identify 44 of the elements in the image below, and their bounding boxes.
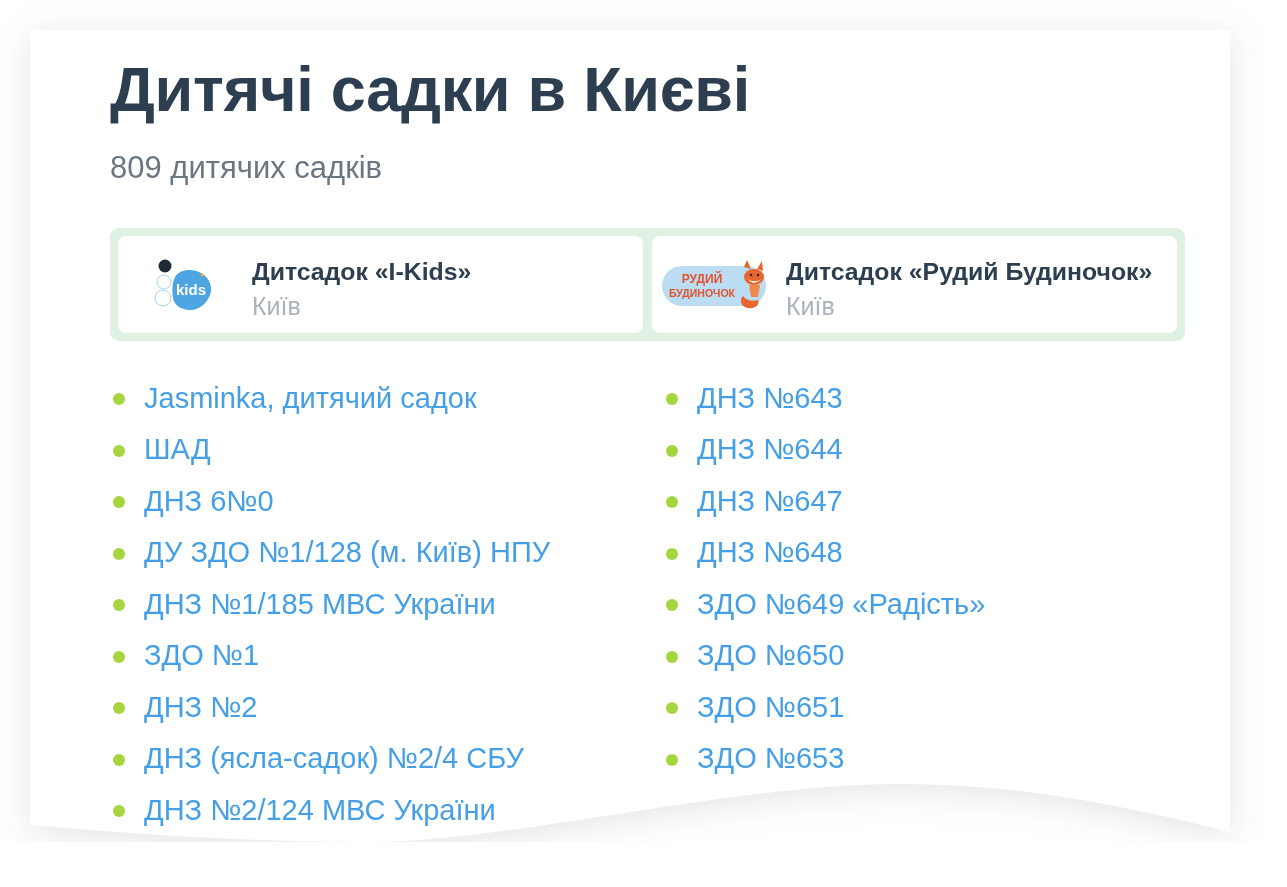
featured-card[interactable]: kids Дитсадок «I-Kids» Київ bbox=[118, 236, 643, 334]
bullet-icon bbox=[113, 702, 125, 715]
kindergarten-link[interactable]: ЗДО №1 bbox=[144, 639, 259, 673]
bullet-icon bbox=[666, 650, 678, 663]
page-title: Дитячі садки в Києві bbox=[110, 55, 750, 125]
kindergarten-link[interactable]: ДНЗ №2 bbox=[144, 690, 258, 724]
bullet-icon bbox=[666, 444, 678, 457]
kindergarten-link[interactable]: ЗДО №653 bbox=[697, 742, 845, 776]
kindergarten-name: Дитсадок «Рудий Будиночок» bbox=[786, 256, 1153, 287]
bullet-icon bbox=[666, 547, 678, 560]
bullet-icon bbox=[113, 753, 125, 766]
bullet-icon bbox=[113, 393, 125, 406]
kindergarten-link[interactable]: ДНЗ №644 bbox=[697, 433, 843, 467]
kindergarten-link[interactable]: ЗДО №649 «Радість» bbox=[697, 587, 986, 621]
kindergarten-link[interactable]: ДУ ЗДО №1/128 (м. Київ) НПУ bbox=[144, 536, 551, 570]
bullet-icon bbox=[113, 599, 125, 612]
kindergarten-link[interactable]: ДНЗ №1/185 МВС України bbox=[144, 587, 496, 621]
city-label: Київ bbox=[252, 291, 301, 322]
kindergarten-link[interactable]: ШАД bbox=[144, 433, 211, 467]
kindergarten-link[interactable]: ДНЗ №647 bbox=[697, 484, 843, 518]
count-text: 809 дитячих садків bbox=[110, 149, 383, 187]
kindergarten-link[interactable]: ДНЗ 6№0 bbox=[144, 484, 274, 518]
kindergarten-link[interactable]: ЗДО №650 bbox=[697, 639, 845, 673]
kids-logo: kids bbox=[145, 259, 217, 311]
fox-logo: РУДИЙ БУДИНОЧОК bbox=[662, 260, 768, 310]
featured-card[interactable]: РУДИЙ БУДИНОЧОК Дитсадок «Рудий Будиночок» Київ bbox=[652, 236, 1177, 334]
kindergarten-link[interactable]: Jasminka, дитячий садок bbox=[144, 381, 477, 415]
kindergarten-link[interactable]: ДНЗ №2/124 МВС України bbox=[144, 793, 496, 827]
bullet-icon bbox=[113, 547, 125, 560]
bullet-icon bbox=[666, 393, 678, 406]
kindergarten-link[interactable]: ДНЗ (ясла-садок) №2/4 СБУ bbox=[144, 742, 525, 776]
bullet-icon bbox=[113, 444, 125, 457]
bullet-icon bbox=[113, 805, 125, 818]
bullet-icon bbox=[113, 650, 125, 663]
city-label: Київ bbox=[786, 291, 835, 322]
bullet-icon bbox=[666, 702, 678, 715]
bullet-icon bbox=[666, 599, 678, 612]
bullet-icon bbox=[666, 496, 678, 509]
kindergarten-link[interactable]: ДНЗ №648 bbox=[697, 536, 843, 570]
kindergarten-link[interactable]: ДНЗ №643 bbox=[697, 381, 843, 415]
kindergarten-name: Дитсадок «I-Kids» bbox=[252, 256, 472, 287]
bullet-icon bbox=[113, 496, 125, 509]
bullet-icon bbox=[666, 753, 678, 766]
kindergarten-link[interactable]: ЗДО №651 bbox=[697, 690, 845, 724]
